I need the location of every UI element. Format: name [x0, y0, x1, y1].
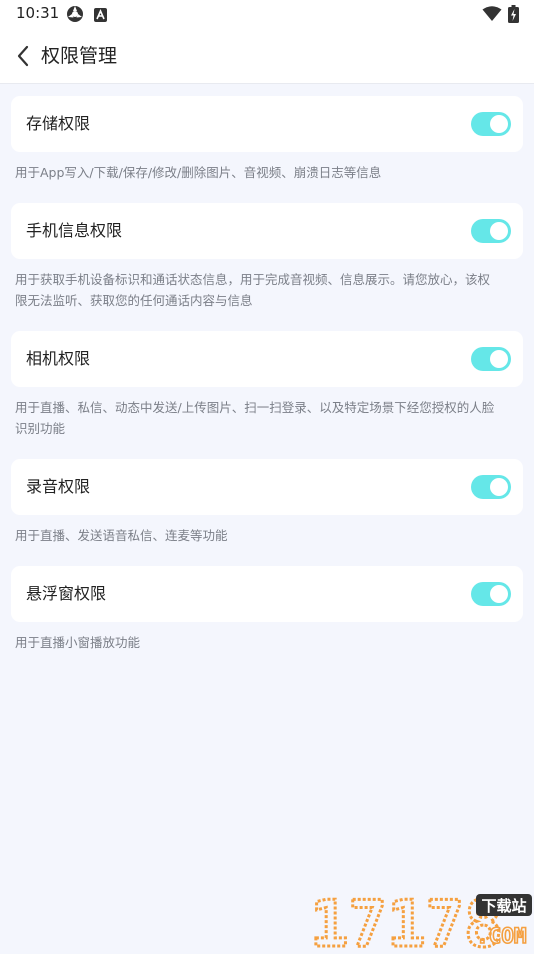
toggle-knob [490, 115, 508, 133]
site-watermark: 17178 下载站 .COM [309, 887, 534, 954]
permission-card-storage: 存储权限 [11, 96, 523, 152]
battery-icon [508, 5, 519, 27]
permission-card-microphone: 录音权限 [11, 459, 523, 515]
chevron-left-icon [17, 45, 29, 67]
permission-toggle-storage[interactable] [471, 112, 511, 136]
status-bar: 10:31 [0, 0, 534, 28]
permission-description-line: 用于App写入/下载/保存/修改/删除图片、音视频、崩溃日志等信息 [15, 165, 382, 180]
permission-description-line: 用于直播小窗播放功能 [15, 635, 141, 650]
toggle-knob [490, 350, 508, 368]
sync-icon [66, 5, 84, 27]
permission-label: 存储权限 [26, 114, 91, 133]
permission-toggle-phone-info[interactable] [471, 219, 511, 243]
permission-description-line: 用于获取手机设备标识和通话状态信息，用于完成音视频、信息展示。请您放心，该权 [15, 272, 491, 287]
permission-label: 录音权限 [26, 477, 91, 496]
permission-label: 悬浮窗权限 [26, 584, 107, 603]
watermark-tag: 下载站 [481, 897, 526, 915]
watermark-digits: 17178 [310, 888, 503, 950]
permission-description: 用于直播、私信、动态中发送/上传图片、扫一扫登录、以及特定场景下经您授权的人脸 … [15, 397, 525, 439]
permission-description-line: 识别功能 [15, 421, 66, 436]
permission-description: 用于获取手机设备标识和通话状态信息，用于完成音视频、信息展示。请您放心，该权 限… [15, 269, 525, 311]
permission-card-floating-window: 悬浮窗权限 [11, 566, 523, 622]
back-button[interactable] [8, 40, 38, 72]
status-time: 10:31 [16, 4, 60, 22]
nav-bar: 权限管理 [0, 28, 534, 84]
permission-toggle-camera[interactable] [471, 347, 511, 371]
permission-description: 用于App写入/下载/保存/修改/删除图片、音视频、崩溃日志等信息 [15, 162, 525, 183]
toggle-knob [490, 222, 508, 240]
permission-card-camera: 相机权限 [11, 331, 523, 387]
toggle-knob [490, 478, 508, 496]
page-title: 权限管理 [41, 45, 118, 67]
permission-description-line: 限无法监听、获取您的任何通话内容与信息 [15, 293, 253, 308]
permission-card-phone-info: 手机信息权限 [11, 203, 523, 259]
wifi-icon [482, 6, 502, 26]
permission-description: 用于直播、发送语音私信、连麦等功能 [15, 525, 525, 546]
permission-label: 手机信息权限 [26, 221, 123, 240]
permission-description-line: 用于直播、发送语音私信、连麦等功能 [15, 528, 228, 543]
text-a-icon [94, 7, 107, 26]
permission-toggle-microphone[interactable] [471, 475, 511, 499]
permission-label: 相机权限 [26, 349, 91, 368]
watermark-domain: .COM [476, 924, 527, 948]
permission-description: 用于直播小窗播放功能 [15, 632, 525, 653]
toggle-knob [490, 585, 508, 603]
permission-description-line: 用于直播、私信、动态中发送/上传图片、扫一扫登录、以及特定场景下经您授权的人脸 [15, 400, 495, 415]
permission-toggle-floating-window[interactable] [471, 582, 511, 606]
